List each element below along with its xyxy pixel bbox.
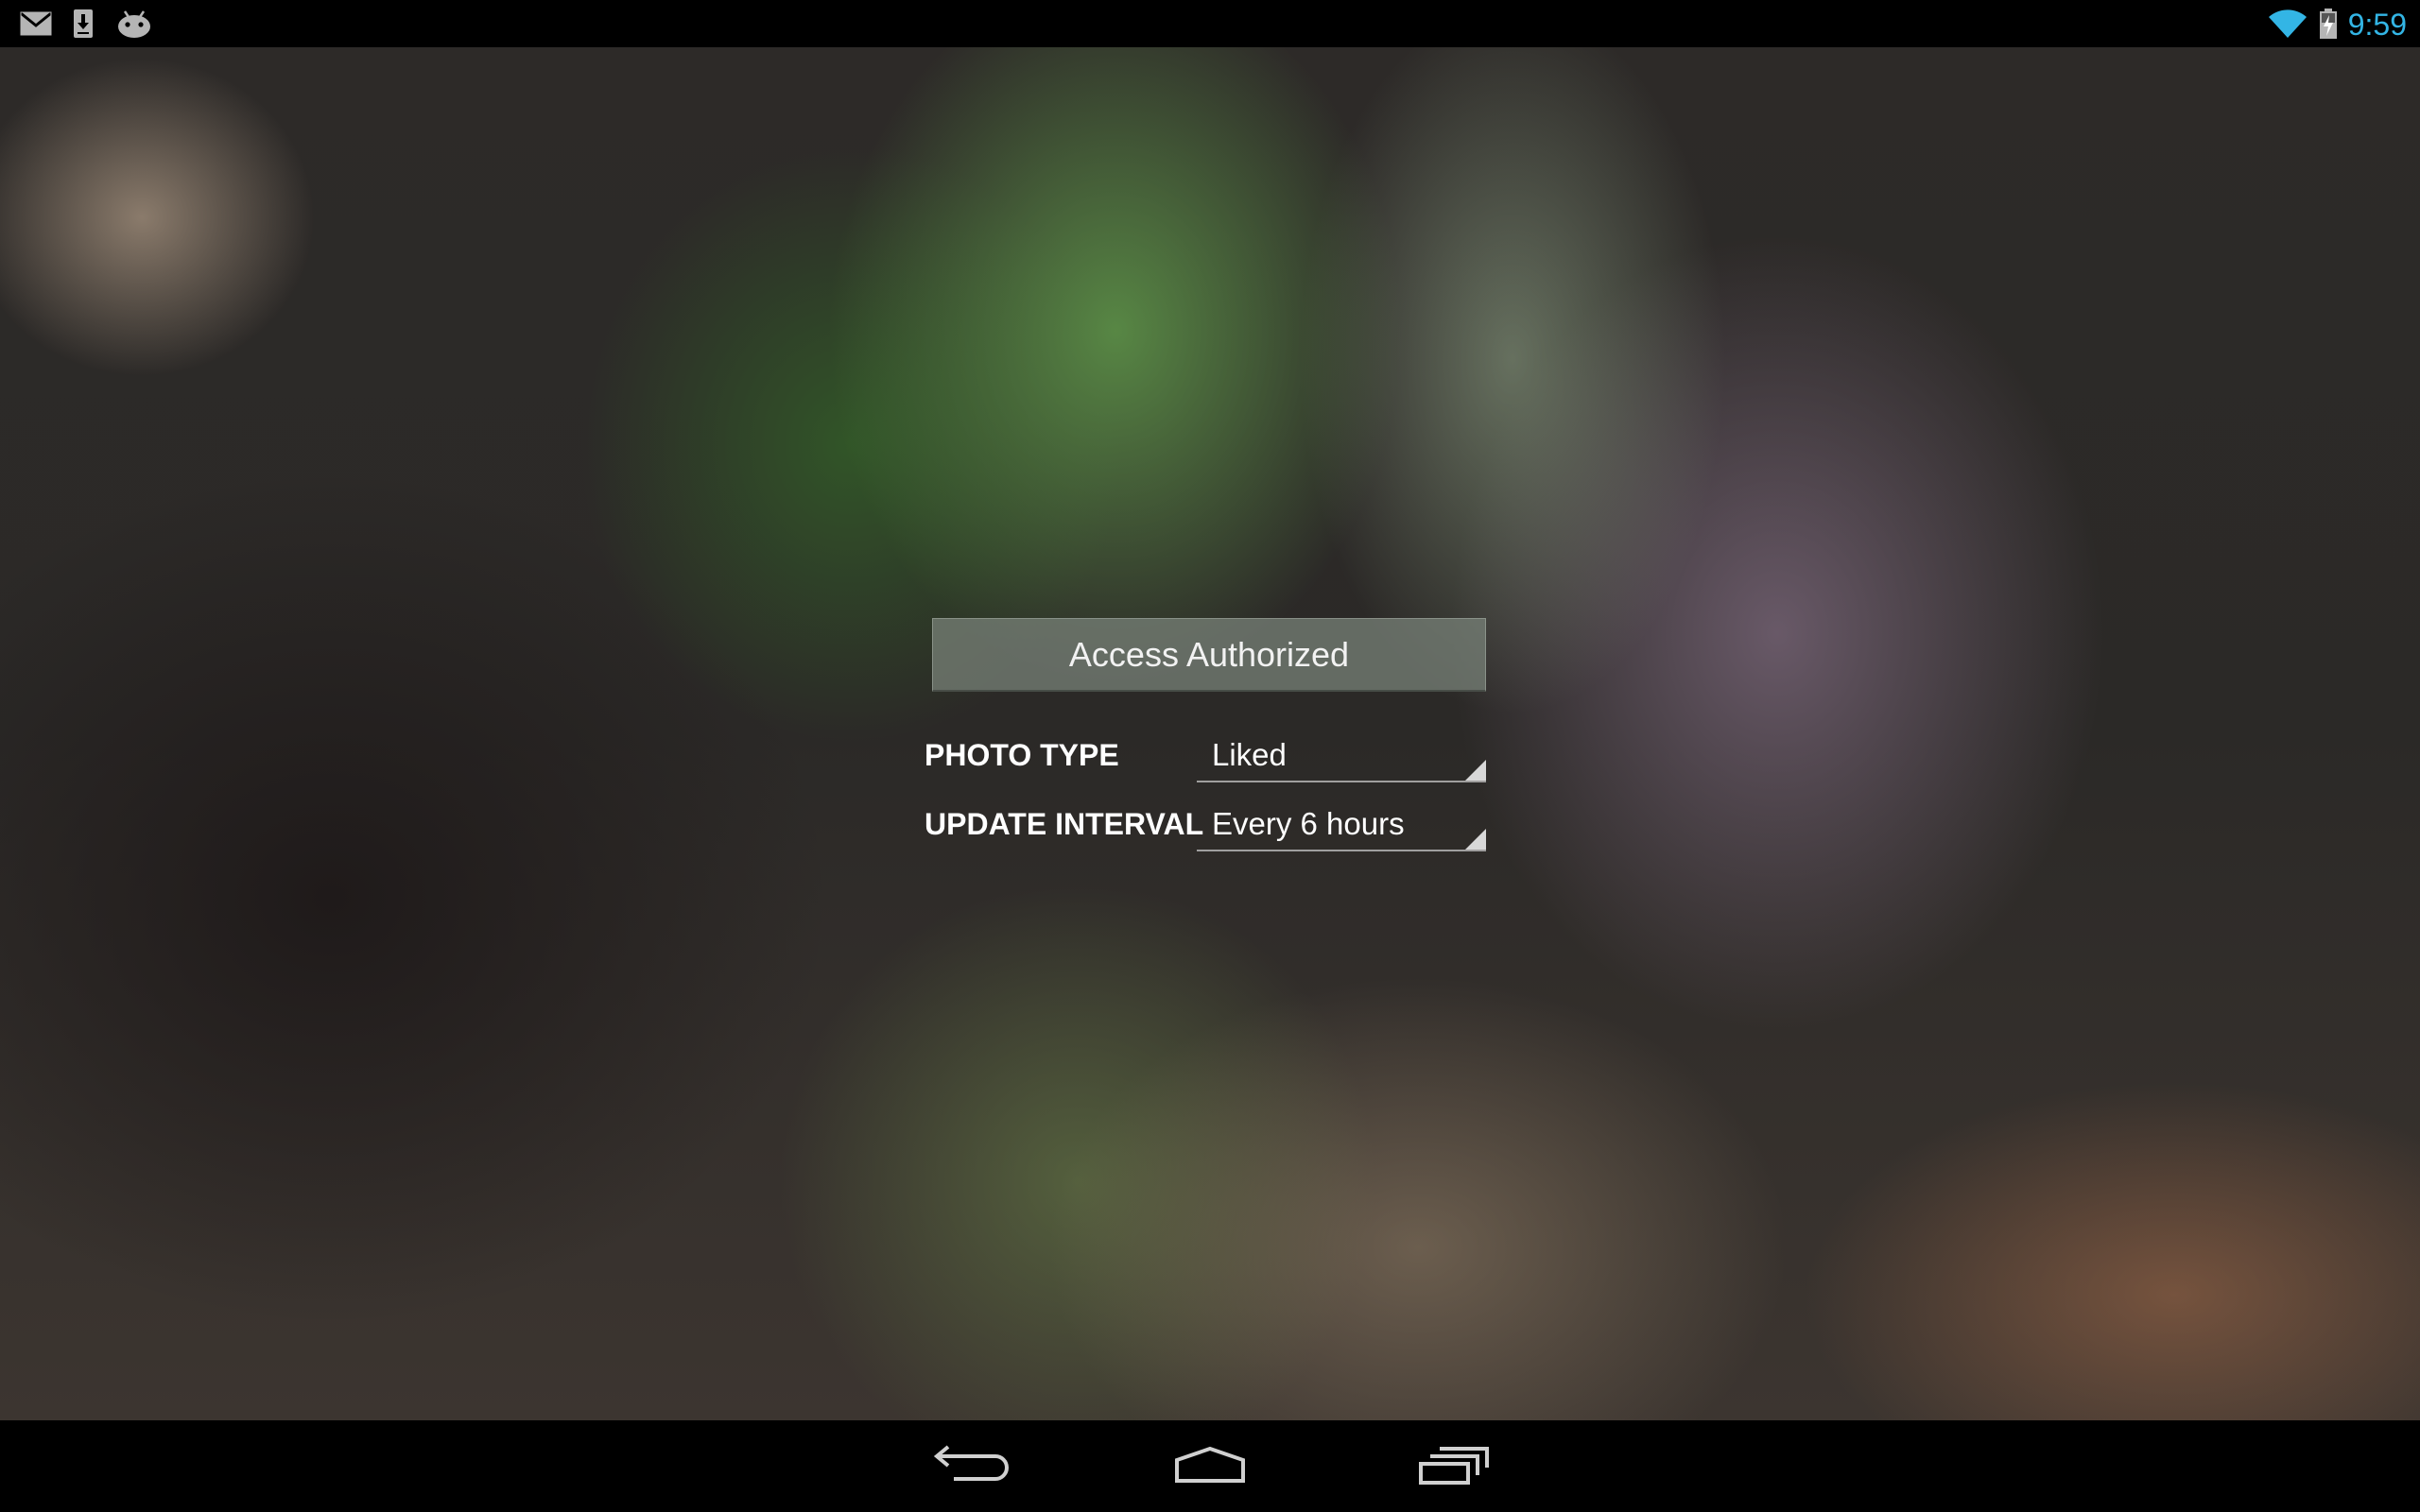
access-authorized-button[interactable]: Access Authorized <box>932 618 1486 692</box>
photo-type-label: PHOTO TYPE <box>925 738 1119 772</box>
android-icon <box>118 10 150 38</box>
photo-type-spinner[interactable]: Liked <box>1197 730 1486 782</box>
wifi-icon <box>2269 9 2307 38</box>
photo-type-value: Liked <box>1212 737 1287 772</box>
gmail-icon <box>20 11 52 36</box>
back-icon[interactable] <box>916 1439 1020 1496</box>
clock: 9:59 <box>2347 8 2407 42</box>
update-interval-value: Every 6 hours <box>1212 806 1405 841</box>
download-icon <box>74 9 93 38</box>
battery-charging-icon <box>2320 9 2337 39</box>
update-interval-row: UPDATE INTERVAL Every 6 hours <box>925 797 1488 853</box>
recents-icon[interactable] <box>1400 1439 1504 1496</box>
screen: 9:59 Access Authorized PHOTO TYPE Liked … <box>0 0 2420 1512</box>
settings-panel: Access Authorized PHOTO TYPE Liked UPDAT… <box>923 616 1490 862</box>
spinner-caret-icon <box>1465 760 1486 781</box>
status-bar: 9:59 <box>0 0 2420 47</box>
update-interval-spinner[interactable]: Every 6 hours <box>1197 799 1486 851</box>
photo-type-row: PHOTO TYPE Liked <box>925 728 1488 784</box>
home-icon[interactable] <box>1158 1439 1262 1496</box>
update-interval-label: UPDATE INTERVAL <box>925 807 1204 841</box>
spinner-caret-icon <box>1465 829 1486 850</box>
navigation-bar <box>0 1420 2420 1512</box>
